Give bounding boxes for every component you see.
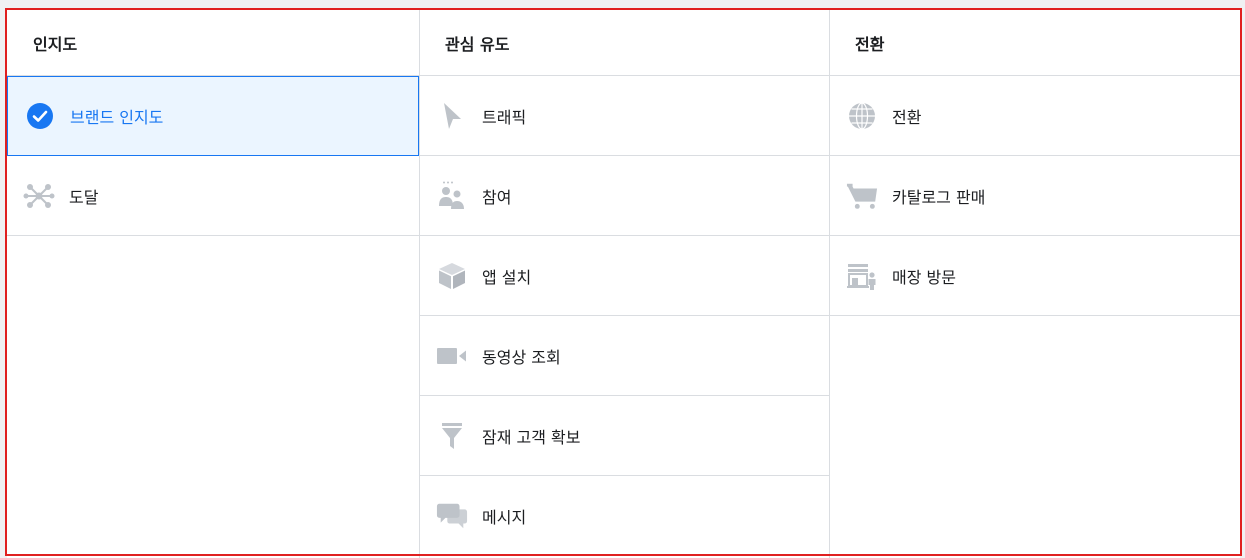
option-store-visits[interactable]: 매장 방문 xyxy=(830,236,1240,316)
chat-bubbles-icon xyxy=(436,500,468,532)
option-label: 앱 설치 xyxy=(482,267,532,287)
cursor-pointer-icon xyxy=(436,100,468,132)
option-engagement[interactable]: 참여 xyxy=(420,156,829,236)
people-icon xyxy=(436,180,468,212)
option-catalog-sales[interactable]: 카탈로그 판매 xyxy=(830,156,1240,236)
box-icon xyxy=(436,260,468,292)
option-label: 트래픽 xyxy=(482,107,527,127)
column-header-consideration: 관심 유도 xyxy=(420,10,829,76)
objective-grid: 인지도 브랜드 인지도 도달 관심 유도 트래픽 참여 앱 설치 동영상 조회 … xyxy=(7,10,1240,558)
network-hub-icon xyxy=(23,180,55,212)
option-label: 참여 xyxy=(482,187,512,207)
column-awareness: 인지도 브랜드 인지도 도달 xyxy=(7,10,419,558)
option-label: 매장 방문 xyxy=(892,267,956,287)
funnel-icon xyxy=(436,420,468,452)
option-app-install[interactable]: 앱 설치 xyxy=(420,236,829,316)
option-label: 브랜드 인지도 xyxy=(70,108,164,127)
option-conversions[interactable]: 전환 xyxy=(830,76,1240,156)
option-traffic[interactable]: 트래픽 xyxy=(420,76,829,156)
shopping-cart-icon xyxy=(846,180,878,212)
option-label: 카탈로그 판매 xyxy=(892,187,986,207)
check-circle-icon xyxy=(24,100,56,132)
option-label: 잠재 고객 확보 xyxy=(482,427,581,447)
store-person-icon xyxy=(846,260,878,292)
option-lead-generation[interactable]: 잠재 고객 확보 xyxy=(420,396,829,476)
column-header-conversion: 전환 xyxy=(830,10,1240,76)
column-header-awareness: 인지도 xyxy=(7,10,419,76)
video-camera-icon xyxy=(436,340,468,372)
column-consideration: 관심 유도 트래픽 참여 앱 설치 동영상 조회 잠재 고객 확보 메시지 xyxy=(419,10,830,558)
option-label: 메시지 xyxy=(482,507,527,527)
option-messages[interactable]: 메시지 xyxy=(420,476,829,556)
globe-icon xyxy=(846,100,878,132)
option-video-views[interactable]: 동영상 조회 xyxy=(420,316,829,396)
option-label: 전환 xyxy=(892,107,922,127)
column-conversion: 전환 전환 카탈로그 판매 매장 방문 xyxy=(830,10,1240,558)
option-reach[interactable]: 도달 xyxy=(7,156,419,236)
option-label: 동영상 조회 xyxy=(482,347,561,367)
option-label: 도달 xyxy=(69,187,99,207)
option-brand-awareness[interactable]: 브랜드 인지도 xyxy=(7,76,419,156)
